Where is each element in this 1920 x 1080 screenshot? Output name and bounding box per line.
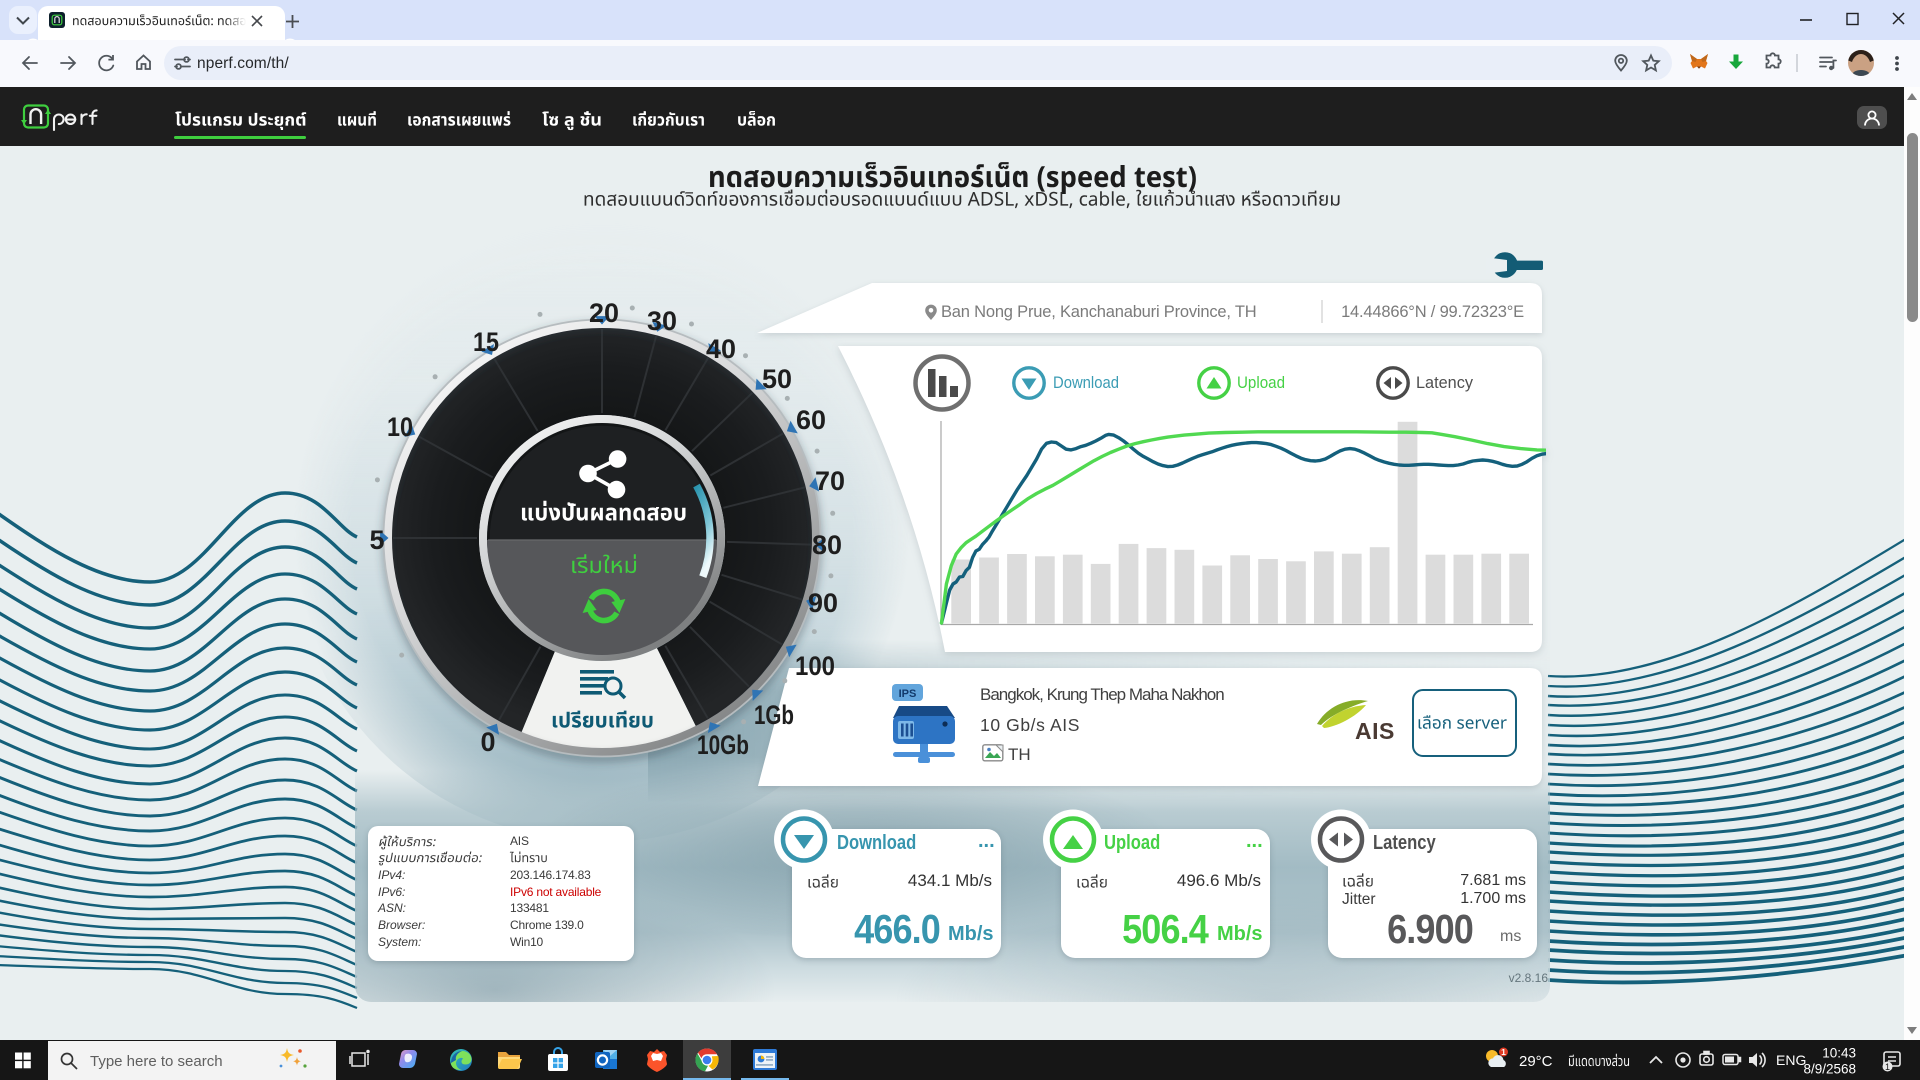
svg-text:Upload: Upload (1237, 374, 1285, 392)
svg-text:1Gb: 1Gb (754, 700, 794, 730)
svg-text:Download: Download (1053, 374, 1119, 392)
svg-text:100: 100 (795, 651, 835, 681)
svg-text:29°C: 29°C (1519, 1053, 1553, 1070)
svg-text:70: 70 (815, 466, 845, 496)
svg-text:1: 1 (1501, 1047, 1506, 1057)
svg-text:1: 1 (1885, 1062, 1890, 1072)
svg-text:10:43: 10:43 (1822, 1046, 1856, 1061)
svg-text:ENG: ENG (1776, 1052, 1806, 1068)
svg-text:40: 40 (706, 334, 736, 364)
svg-text:50: 50 (762, 364, 792, 394)
svg-text:15: 15 (473, 327, 499, 357)
svg-text:AIS: AIS (1355, 718, 1395, 744)
svg-text:Type here to search: Type here to search (90, 1053, 223, 1070)
svg-text:60: 60 (796, 405, 826, 435)
svg-text:IPS: IPS (899, 688, 917, 700)
svg-text:90: 90 (808, 588, 838, 618)
svg-text:10Gb: 10Gb (697, 730, 749, 760)
svg-text:20: 20 (589, 298, 619, 328)
svg-text:0: 0 (480, 727, 495, 757)
svg-text:Latency: Latency (1416, 374, 1474, 392)
svg-text:30: 30 (647, 306, 677, 336)
svg-text:5: 5 (369, 525, 384, 555)
svg-text:10: 10 (387, 412, 413, 442)
svg-text:8/9/2568: 8/9/2568 (1803, 1062, 1856, 1077)
svg-text:80: 80 (812, 530, 842, 560)
